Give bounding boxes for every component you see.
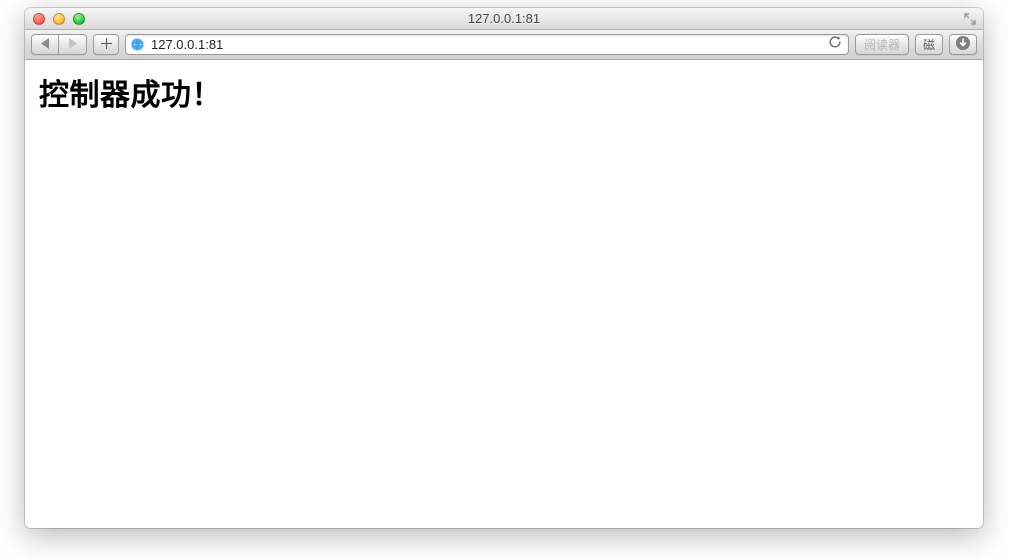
site-icon — [130, 37, 145, 52]
fullscreen-icon[interactable] — [963, 12, 977, 26]
forward-button[interactable] — [59, 34, 87, 55]
page-heading: 控制器成功！ — [39, 70, 969, 114]
back-button[interactable] — [31, 34, 59, 55]
reader-button[interactable]: 阅读器 — [855, 34, 909, 55]
traffic-lights — [33, 13, 85, 25]
bookmark-button[interactable]: 磁 — [915, 34, 943, 55]
new-tab-button[interactable] — [93, 34, 119, 55]
download-icon — [955, 35, 971, 54]
browser-window: 127.0.0.1:81 — [25, 8, 983, 528]
back-icon — [41, 38, 50, 52]
address-bar — [125, 34, 849, 55]
plus-icon — [101, 38, 112, 52]
bookmark-label: 磁 — [923, 36, 935, 53]
toolbar: 阅读器 磁 — [25, 30, 983, 60]
titlebar: 127.0.0.1:81 — [25, 8, 983, 30]
minimize-button[interactable] — [53, 13, 65, 25]
reader-label: 阅读器 — [864, 36, 900, 53]
nav-group — [31, 34, 87, 55]
forward-icon — [68, 38, 77, 52]
page-viewport[interactable]: 控制器成功！ — [25, 60, 983, 528]
window-title: 127.0.0.1:81 — [25, 11, 983, 26]
close-button[interactable] — [33, 13, 45, 25]
downloads-button[interactable] — [949, 34, 977, 55]
reload-icon — [828, 35, 842, 54]
zoom-button[interactable] — [73, 13, 85, 25]
reload-button[interactable] — [826, 36, 844, 54]
address-input[interactable] — [151, 35, 820, 54]
